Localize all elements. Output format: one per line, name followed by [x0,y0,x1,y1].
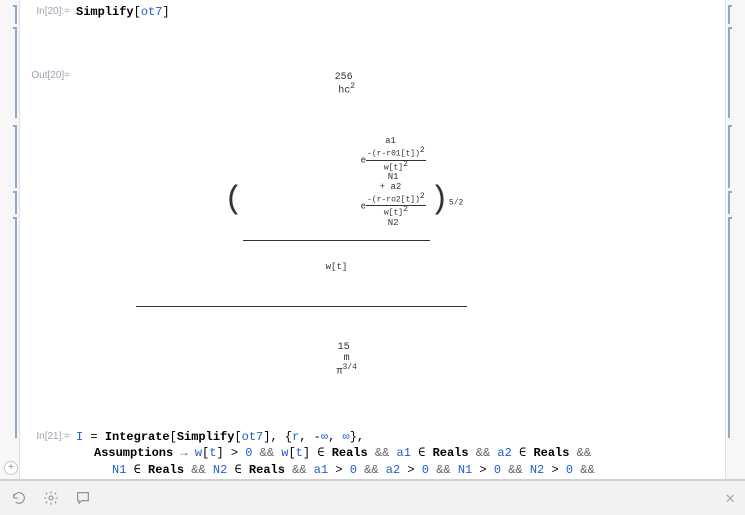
fn-simplify: Simplify [76,5,134,19]
cell-bracket[interactable] [728,192,735,214]
exp-pow: 2 [420,146,425,155]
bottom-toolbar: ✕ [0,480,745,515]
cell-bracket[interactable] [10,126,17,188]
exp-num: (r-ro2[t]) [372,195,420,204]
comment-icon[interactable] [74,489,92,507]
outer-pow: 5/2 [449,198,463,207]
coeff-pow: 2 [350,82,355,91]
exp-den-pow: 2 [403,160,408,169]
coeff-sym: hc [338,86,350,97]
cell-bracket[interactable] [10,28,17,118]
gear-icon[interactable] [42,489,60,507]
cell-bracket[interactable] [10,6,17,24]
rparen-icon: ) [430,177,449,223]
term-n2: N2 [388,218,399,228]
input-cell-20[interactable]: In[20]:= Simplify[ot7] [28,4,717,20]
notebook: In[20]:= Simplify[ot7] Out[20]= 256 hc2 [0,0,745,480]
cell-bracket[interactable] [728,6,735,24]
right-bracket-gutter [725,0,745,479]
exp-den: w[t] [384,209,403,218]
exp-den: w[t] [384,163,403,172]
inner-den: w[t] [243,261,429,273]
term-n1: N1 [388,172,399,182]
exp-pow: 2 [420,192,425,201]
exp-den-pow: 2 [403,205,408,214]
out-label: Out[20]= [28,28,76,81]
cell-bracket[interactable] [728,218,735,438]
output-expression: 256 hc2 ( a1 e-(r-r01[t])2w[t]2 N1 [76,28,717,421]
output-cell-20: Out[20]= 256 hc2 ( a1 [28,28,717,421]
den-coeff: 15 [338,342,350,353]
cell-bracket[interactable] [728,126,735,188]
refresh-icon[interactable] [10,489,28,507]
close-icon[interactable]: ✕ [725,488,735,508]
in-label: In[21]:= [28,429,76,442]
input-code[interactable]: I = Integrate[Simplify[ot7], {r, -∞, ∞},… [76,429,717,479]
in-label: In[20]:= [28,4,76,17]
term-a1: a1 [385,136,396,146]
exp-num: (r-r01[t]) [372,150,420,159]
den-pow: 3/4 [342,363,356,372]
left-bracket-gutter [0,0,20,479]
cell-bracket[interactable] [728,28,735,118]
cell-bracket[interactable] [10,218,17,438]
cell-bracket[interactable] [10,192,17,214]
arg-ot7: ot7 [141,5,163,19]
add-cell-button[interactable]: + [4,461,18,475]
plus-a2: + a2 [380,182,402,192]
lparen-icon: ( [224,177,243,223]
notebook-content: In[20]:= Simplify[ot7] Out[20]= 256 hc2 [20,0,725,479]
input-cell-21[interactable]: In[21]:= I = Integrate[Simplify[ot7], {r… [28,429,717,479]
input-code[interactable]: Simplify[ot7] [76,4,717,20]
